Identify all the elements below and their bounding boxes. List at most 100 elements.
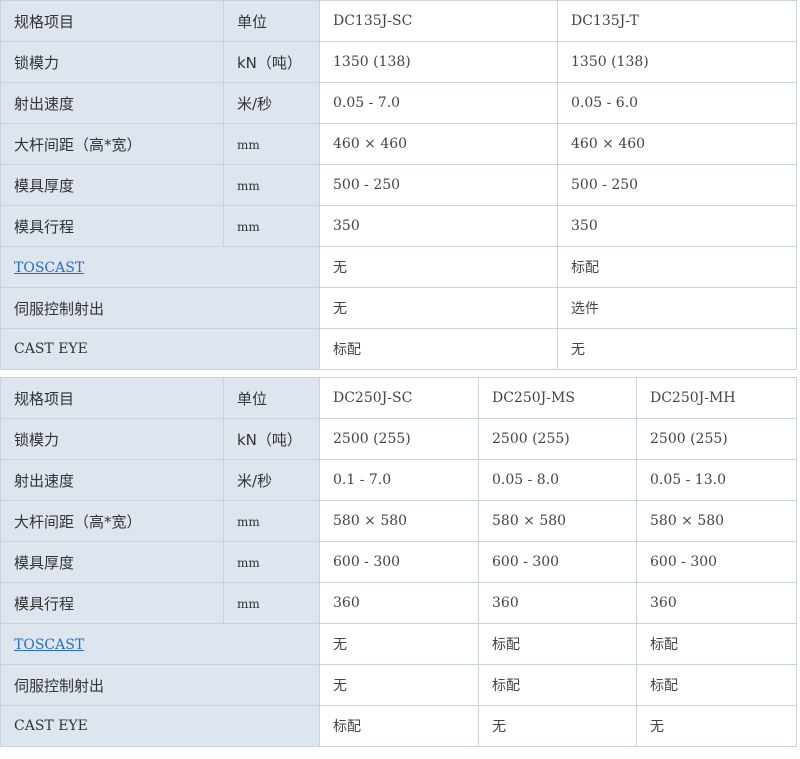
cell-value: 0.05 - 8.0 bbox=[478, 459, 637, 501]
cell-value: 460 × 460 bbox=[319, 123, 558, 165]
table-row: 模具厚度 mm 500 - 250 500 - 250 bbox=[0, 164, 797, 206]
header-model: DC135J-T bbox=[557, 0, 797, 42]
unit-text: mm bbox=[237, 556, 260, 570]
table-row: 模具行程 mm 360 360 360 bbox=[0, 582, 797, 624]
row-label: TOSCAST bbox=[0, 623, 320, 665]
cell-value: 580 × 580 bbox=[478, 500, 637, 542]
cell-value: 580 × 580 bbox=[319, 500, 479, 542]
table-row: CAST EYE 标配 无 无 bbox=[0, 705, 797, 747]
cell-value: 600 - 300 bbox=[478, 541, 637, 583]
spec-table-dc250j: 规格项目 单位 DC250J-SC DC250J-MS DC250J-MH 锁模… bbox=[0, 377, 797, 747]
header-spec-item: 规格项目 bbox=[0, 0, 224, 42]
table-row: 模具厚度 mm 600 - 300 600 - 300 600 - 300 bbox=[0, 541, 797, 583]
header-spec-item: 规格项目 bbox=[0, 377, 224, 419]
unit-text: mm bbox=[237, 179, 260, 193]
table-row: 伺服控制射出 无 选件 bbox=[0, 287, 797, 329]
cell-value: 580 × 580 bbox=[636, 500, 797, 542]
row-label: 模具行程 bbox=[0, 582, 224, 624]
cell-value: 无 bbox=[557, 328, 797, 370]
row-unit: 米/秒 bbox=[223, 459, 320, 501]
cell-value: 1350 (138) bbox=[557, 41, 797, 83]
table-row: 模具行程 mm 350 350 bbox=[0, 205, 797, 247]
row-label: TOSCAST bbox=[0, 246, 320, 288]
cell-value: 选件 bbox=[557, 287, 797, 329]
row-label: 伺服控制射出 bbox=[0, 664, 320, 706]
row-label: 射出速度 bbox=[0, 82, 224, 124]
row-unit: mm bbox=[223, 205, 320, 247]
cell-value: 无 bbox=[319, 623, 479, 665]
row-label: 大杆间距（高*宽） bbox=[0, 500, 224, 542]
unit-text: mm bbox=[237, 597, 260, 611]
header-model: DC250J-MH bbox=[636, 377, 797, 419]
header-model: DC250J-SC bbox=[319, 377, 479, 419]
cell-value: 0.05 - 7.0 bbox=[319, 82, 558, 124]
row-label: 锁模力 bbox=[0, 418, 224, 460]
cell-value: 无 bbox=[319, 287, 558, 329]
cell-value: 600 - 300 bbox=[636, 541, 797, 583]
cell-value: 0.05 - 13.0 bbox=[636, 459, 797, 501]
cell-value: 标配 bbox=[557, 246, 797, 288]
header-model: DC135J-SC bbox=[319, 0, 558, 42]
table-row: 锁模力 kN（吨） 2500 (255) 2500 (255) 2500 (25… bbox=[0, 418, 797, 460]
row-unit: kN（吨） bbox=[223, 418, 320, 460]
cell-value: 360 bbox=[319, 582, 479, 624]
cell-value: 标配 bbox=[636, 664, 797, 706]
table-row: 伺服控制射出 无 标配 标配 bbox=[0, 664, 797, 706]
row-label: CAST EYE bbox=[0, 705, 320, 747]
cell-value: 无 bbox=[319, 664, 479, 706]
row-unit: mm bbox=[223, 541, 320, 583]
row-label: 射出速度 bbox=[0, 459, 224, 501]
table-row: 大杆间距（高*宽） mm 580 × 580 580 × 580 580 × 5… bbox=[0, 500, 797, 542]
cell-value: 2500 (255) bbox=[319, 418, 479, 460]
row-label: 模具厚度 bbox=[0, 541, 224, 583]
header-unit: 单位 bbox=[223, 0, 320, 42]
cell-value: 360 bbox=[478, 582, 637, 624]
row-unit: kN（吨） bbox=[223, 41, 320, 83]
row-label: CAST EYE bbox=[0, 328, 320, 370]
row-unit: mm bbox=[223, 500, 320, 542]
cell-value: 360 bbox=[636, 582, 797, 624]
cell-value: 无 bbox=[478, 705, 637, 747]
cell-value: 350 bbox=[319, 205, 558, 247]
row-label: 大杆间距（高*宽） bbox=[0, 123, 224, 165]
table-row: TOSCAST 无 标配 标配 bbox=[0, 623, 797, 665]
table-row: 射出速度 米/秒 0.1 - 7.0 0.05 - 8.0 0.05 - 13.… bbox=[0, 459, 797, 501]
cell-value: 标配 bbox=[478, 664, 637, 706]
toscast-link[interactable]: TOSCAST bbox=[14, 637, 84, 653]
table-row: 大杆间距（高*宽） mm 460 × 460 460 × 460 bbox=[0, 123, 797, 165]
row-unit: mm bbox=[223, 123, 320, 165]
table-row: 射出速度 米/秒 0.05 - 7.0 0.05 - 6.0 bbox=[0, 82, 797, 124]
table-header-row: 规格项目 单位 DC250J-SC DC250J-MS DC250J-MH bbox=[0, 377, 797, 419]
table-row: CAST EYE 标配 无 bbox=[0, 328, 797, 370]
header-model: DC250J-MS bbox=[478, 377, 637, 419]
row-unit: mm bbox=[223, 164, 320, 206]
cell-value: 无 bbox=[636, 705, 797, 747]
cell-value: 标配 bbox=[636, 623, 797, 665]
row-label: 模具厚度 bbox=[0, 164, 224, 206]
toscast-link[interactable]: TOSCAST bbox=[14, 260, 84, 276]
cell-value: 标配 bbox=[319, 705, 479, 747]
cell-value: 0.1 - 7.0 bbox=[319, 459, 479, 501]
cell-value: 1350 (138) bbox=[319, 41, 558, 83]
cell-value: 500 - 250 bbox=[319, 164, 558, 206]
cell-value: 350 bbox=[557, 205, 797, 247]
table-row: 锁模力 kN（吨） 1350 (138) 1350 (138) bbox=[0, 41, 797, 83]
unit-text: mm bbox=[237, 515, 260, 529]
row-unit: mm bbox=[223, 582, 320, 624]
cell-value: 标配 bbox=[478, 623, 637, 665]
table-header-row: 规格项目 单位 DC135J-SC DC135J-T bbox=[0, 0, 797, 42]
unit-text: mm bbox=[237, 138, 260, 152]
cell-value: 600 - 300 bbox=[319, 541, 479, 583]
cell-value: 460 × 460 bbox=[557, 123, 797, 165]
row-label: 模具行程 bbox=[0, 205, 224, 247]
cell-value: 2500 (255) bbox=[636, 418, 797, 460]
table-row: TOSCAST 无 标配 bbox=[0, 246, 797, 288]
cell-value: 0.05 - 6.0 bbox=[557, 82, 797, 124]
row-label: 锁模力 bbox=[0, 41, 224, 83]
row-label: 伺服控制射出 bbox=[0, 287, 320, 329]
cell-value: 无 bbox=[319, 246, 558, 288]
spec-table-dc135j: 规格项目 单位 DC135J-SC DC135J-T 锁模力 kN（吨） 135… bbox=[0, 0, 797, 370]
cell-value: 标配 bbox=[319, 328, 558, 370]
header-unit: 单位 bbox=[223, 377, 320, 419]
cell-value: 500 - 250 bbox=[557, 164, 797, 206]
